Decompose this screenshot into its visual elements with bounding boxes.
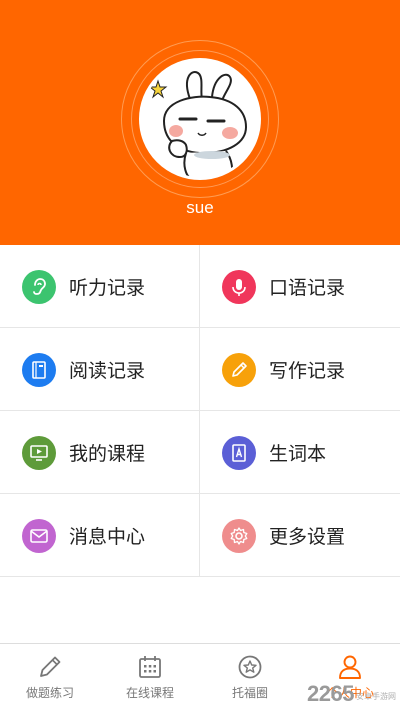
ear-icon <box>22 269 56 304</box>
menu-item-speaking-records[interactable]: 口语记录 <box>200 245 400 328</box>
menu-item-more-settings[interactable]: 更多设置 <box>200 494 400 577</box>
menu-item-message-center[interactable]: 消息中心 <box>0 494 200 577</box>
menu-label: 更多设置 <box>269 526 346 548</box>
tab-label: 托福圈 <box>231 686 268 700</box>
menu-item-listening-records[interactable]: 听力记录 <box>0 245 200 328</box>
menu-label: 听力记录 <box>69 277 146 299</box>
pencil-icon <box>222 352 256 387</box>
microphone-icon <box>222 269 256 304</box>
menu-label: 口语记录 <box>269 277 346 299</box>
menu-label: 消息中心 <box>69 526 146 548</box>
watermark-text: 安卓手游网 <box>356 692 396 701</box>
avatar[interactable] <box>139 58 261 180</box>
menu-label: 我的课程 <box>69 443 146 465</box>
menu-item-reading-records[interactable]: 阅读记录 <box>0 328 200 411</box>
pencil-icon <box>40 656 61 677</box>
person-icon <box>339 655 361 679</box>
play-screen-icon <box>22 435 56 470</box>
vocabulary-book-icon <box>222 435 256 470</box>
site-watermark: 2265 安卓手游网 <box>307 681 396 707</box>
menu-item-writing-records[interactable]: 写作记录 <box>200 328 400 411</box>
calendar-icon <box>139 656 161 678</box>
tab-practice[interactable]: 做题练习 <box>0 644 100 711</box>
menu-grid: 听力记录 口语记录 阅读记录 写作记录 我的课程 生词本 消息中心 更多设置 <box>0 245 400 577</box>
tab-online-courses[interactable]: 在线课程 <box>100 644 200 711</box>
username: sue <box>186 198 214 217</box>
star-circle-icon <box>238 655 262 679</box>
menu-item-vocabulary[interactable]: 生词本 <box>200 411 400 494</box>
menu-item-my-courses[interactable]: 我的课程 <box>0 411 200 494</box>
menu-label: 写作记录 <box>269 360 346 382</box>
tab-label: 在线课程 <box>125 686 174 700</box>
menu-label: 阅读记录 <box>69 360 146 382</box>
profile-header: sue <box>0 0 400 245</box>
rabbit-avatar-icon <box>148 71 248 177</box>
watermark-number: 2265 <box>307 681 354 706</box>
book-icon <box>22 352 56 387</box>
gear-icon <box>222 518 256 553</box>
tab-toefl-circle[interactable]: 托福圈 <box>200 644 300 711</box>
menu-label: 生词本 <box>269 443 327 465</box>
tab-label: 做题练习 <box>25 686 74 700</box>
envelope-icon <box>22 518 56 553</box>
